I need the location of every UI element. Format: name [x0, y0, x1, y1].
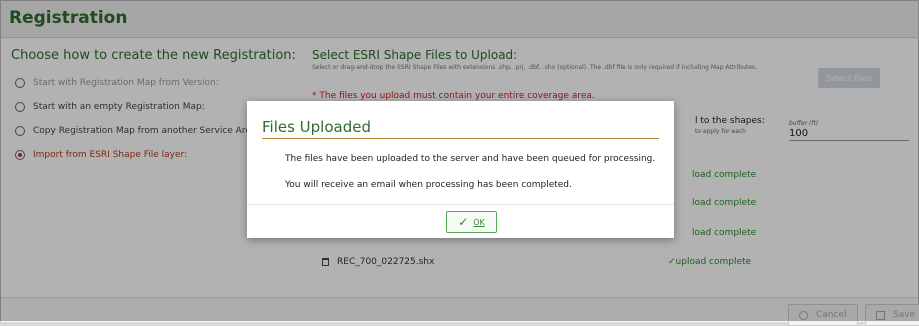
dialog-footer: ✓ OK: [247, 204, 674, 239]
ok-label: OK: [473, 217, 485, 227]
dialog-title: Files Uploaded: [262, 118, 371, 136]
dialog-message-email: You will receive an email when processin…: [285, 180, 572, 190]
files-uploaded-dialog: Files Uploaded The files have been uploa…: [247, 101, 674, 238]
dialog-divider: [262, 138, 659, 139]
ok-button[interactable]: ✓ OK: [446, 211, 497, 233]
dialog-message-queued: The files have been uploaded to the serv…: [285, 154, 656, 164]
check-icon: ✓: [458, 215, 469, 229]
